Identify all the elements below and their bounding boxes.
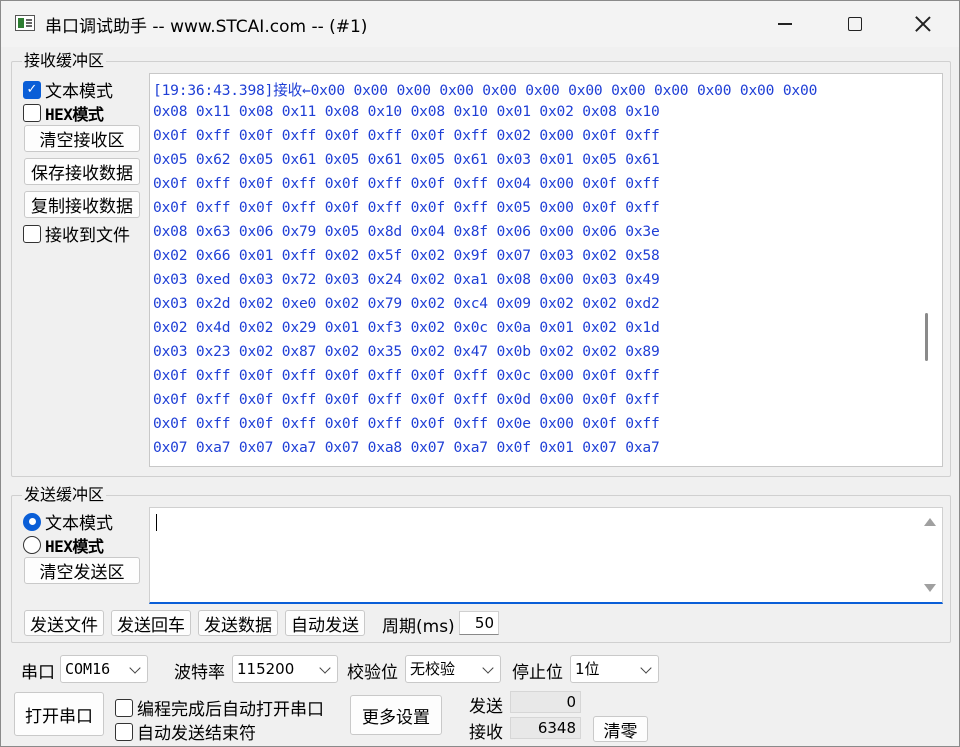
radio-icon — [23, 536, 41, 554]
clear-send-button[interactable]: 清空发送区 — [24, 557, 140, 584]
text-caret — [156, 514, 157, 531]
title-bar[interactable]: 串口调试助手 -- www.STCAI.com -- (#1) — [1, 1, 959, 47]
main-window: 串口调试助手 -- www.STCAI.com -- (#1) 接收缓冲区 ✓ … — [0, 0, 960, 747]
send-data-button[interactable]: 发送数据 — [198, 610, 278, 636]
app-icon — [15, 15, 35, 31]
receive-buffer-label: 接收缓冲区 — [22, 51, 107, 71]
auto-send-button[interactable]: 自动发送 — [285, 610, 365, 636]
parity-label: 校验位 — [347, 663, 398, 683]
receive-text-mode-label: 文本模式 — [45, 82, 113, 102]
receive-textarea[interactable]: [19:36:43.398]接收←0x00 0x00 0x00 0x00 0x0… — [149, 73, 943, 467]
chevron-down-icon — [319, 662, 331, 674]
parity-select[interactable]: 无校验 — [405, 655, 501, 683]
checkbox-box — [23, 104, 41, 122]
receive-line: 0x05 0x62 0x05 0x61 0x05 0x61 0x05 0x61 … — [153, 151, 660, 168]
baud-label: 波特率 — [174, 663, 225, 683]
window-title: 串口调试助手 -- www.STCAI.com -- (#1) — [45, 17, 368, 37]
send-enter-button[interactable]: 发送回车 — [111, 610, 191, 636]
receive-line: 0x03 0x2d 0x02 0xe0 0x02 0x79 0x02 0xc4 … — [153, 295, 660, 312]
scroll-down-icon[interactable] — [924, 584, 936, 592]
chevron-down-icon — [482, 662, 494, 674]
baud-select-value: 115200 — [237, 660, 295, 678]
receive-line: 0x08 0x63 0x06 0x79 0x05 0x8d 0x04 0x8f … — [153, 223, 660, 240]
baud-select[interactable]: 115200 — [232, 655, 338, 683]
chevron-down-icon — [129, 662, 141, 674]
more-settings-button[interactable]: 更多设置 — [350, 695, 442, 735]
checkbox-box — [115, 722, 133, 741]
minimize-icon — [778, 23, 792, 25]
sent-count-value: 0 — [510, 691, 581, 713]
scroll-up-icon[interactable] — [924, 518, 936, 526]
receive-to-file-checkbox[interactable]: 接收到文件 — [23, 221, 130, 246]
port-select-value: COM16 — [65, 660, 111, 678]
receive-line: 0x0f 0xff 0x0f 0xff 0x0f 0xff 0x0f 0xff … — [153, 415, 660, 432]
receive-line: 0x07 0xa7 0x07 0xa7 0x07 0xa8 0x07 0xa7 … — [153, 439, 660, 456]
send-buffer-label: 发送缓冲区 — [22, 485, 107, 505]
period-label: 周期(ms) — [382, 617, 455, 637]
send-file-button[interactable]: 发送文件 — [24, 610, 104, 636]
checkbox-box — [23, 224, 41, 243]
receive-line: 0x08 0x11 0x08 0x11 0x08 0x10 0x08 0x10 … — [153, 103, 660, 120]
receive-line: 0x03 0x23 0x02 0x87 0x02 0x35 0x02 0x47 … — [153, 343, 660, 360]
radio-icon — [23, 512, 41, 531]
receive-hex-mode-label: HEX模式 — [45, 105, 104, 124]
check-icon: ✓ — [23, 80, 41, 99]
send-text-mode-radio[interactable]: 文本模式 — [23, 509, 113, 534]
copy-receive-data-button[interactable]: 复制接收数据 — [24, 191, 140, 218]
stopbits-label: 停止位 — [512, 663, 563, 683]
receive-line: 0x0f 0xff 0x0f 0xff 0x0f 0xff 0x0f 0xff … — [153, 127, 660, 144]
stopbits-select[interactable]: 1位 — [570, 655, 659, 683]
clear-counts-button[interactable]: 清零 — [593, 716, 648, 742]
receive-hex-mode-checkbox[interactable]: HEX模式 — [23, 101, 104, 125]
receive-line: [19:36:43.398]接收←0x00 0x00 0x00 0x00 0x0… — [153, 82, 818, 99]
send-hex-mode-radio[interactable]: HEX模式 — [23, 533, 104, 557]
close-icon — [915, 16, 931, 32]
send-hex-mode-label: HEX模式 — [45, 537, 104, 556]
port-select[interactable]: COM16 — [60, 655, 148, 683]
send-textarea[interactable] — [149, 507, 943, 604]
receive-line: 0x0f 0xff 0x0f 0xff 0x0f 0xff 0x0f 0xff … — [153, 391, 660, 408]
recv-count-value: 6348 — [510, 717, 581, 739]
receive-line: 0x0f 0xff 0x0f 0xff 0x0f 0xff 0x0f 0xff … — [153, 199, 660, 216]
auto-open-checkbox[interactable]: 编程完成后自动打开串口 — [115, 695, 324, 720]
minimize-button[interactable] — [753, 1, 817, 47]
clear-receive-button[interactable]: 清空接收区 — [24, 125, 140, 152]
receive-line: 0x0f 0xff 0x0f 0xff 0x0f 0xff 0x0f 0xff … — [153, 175, 660, 192]
auto-end-label: 自动发送结束符 — [137, 724, 256, 744]
checkbox-box — [115, 698, 133, 717]
receive-to-file-label: 接收到文件 — [45, 226, 130, 246]
open-port-button[interactable]: 打开串口 — [14, 692, 104, 736]
chevron-down-icon — [640, 662, 652, 674]
save-receive-data-button[interactable]: 保存接收数据 — [24, 158, 140, 185]
maximize-icon — [848, 17, 862, 31]
auto-open-label: 编程完成后自动打开串口 — [137, 700, 324, 720]
auto-end-checkbox[interactable]: 自动发送结束符 — [115, 719, 256, 744]
parity-select-value: 无校验 — [410, 660, 456, 678]
sent-count-label: 发送 — [469, 697, 503, 717]
close-button[interactable] — [891, 1, 955, 47]
receive-line: 0x03 0xed 0x03 0x72 0x03 0x24 0x02 0xa1 … — [153, 271, 660, 288]
period-input[interactable]: 50 — [459, 611, 499, 635]
receive-scrollbar-thumb[interactable] — [925, 313, 928, 361]
stopbits-select-value: 1位 — [575, 660, 600, 678]
maximize-button[interactable] — [823, 1, 887, 47]
receive-text-mode-checkbox[interactable]: ✓ 文本模式 — [23, 77, 113, 102]
receive-line: 0x02 0x66 0x01 0xff 0x02 0x5f 0x02 0x9f … — [153, 247, 660, 264]
receive-line: 0x02 0x4d 0x02 0x29 0x01 0xf3 0x02 0x0c … — [153, 319, 660, 336]
port-label: 串口 — [21, 663, 55, 683]
send-text-mode-label: 文本模式 — [45, 514, 113, 534]
recv-count-label: 接收 — [469, 723, 503, 743]
receive-line: 0x0f 0xff 0x0f 0xff 0x0f 0xff 0x0f 0xff … — [153, 367, 660, 384]
